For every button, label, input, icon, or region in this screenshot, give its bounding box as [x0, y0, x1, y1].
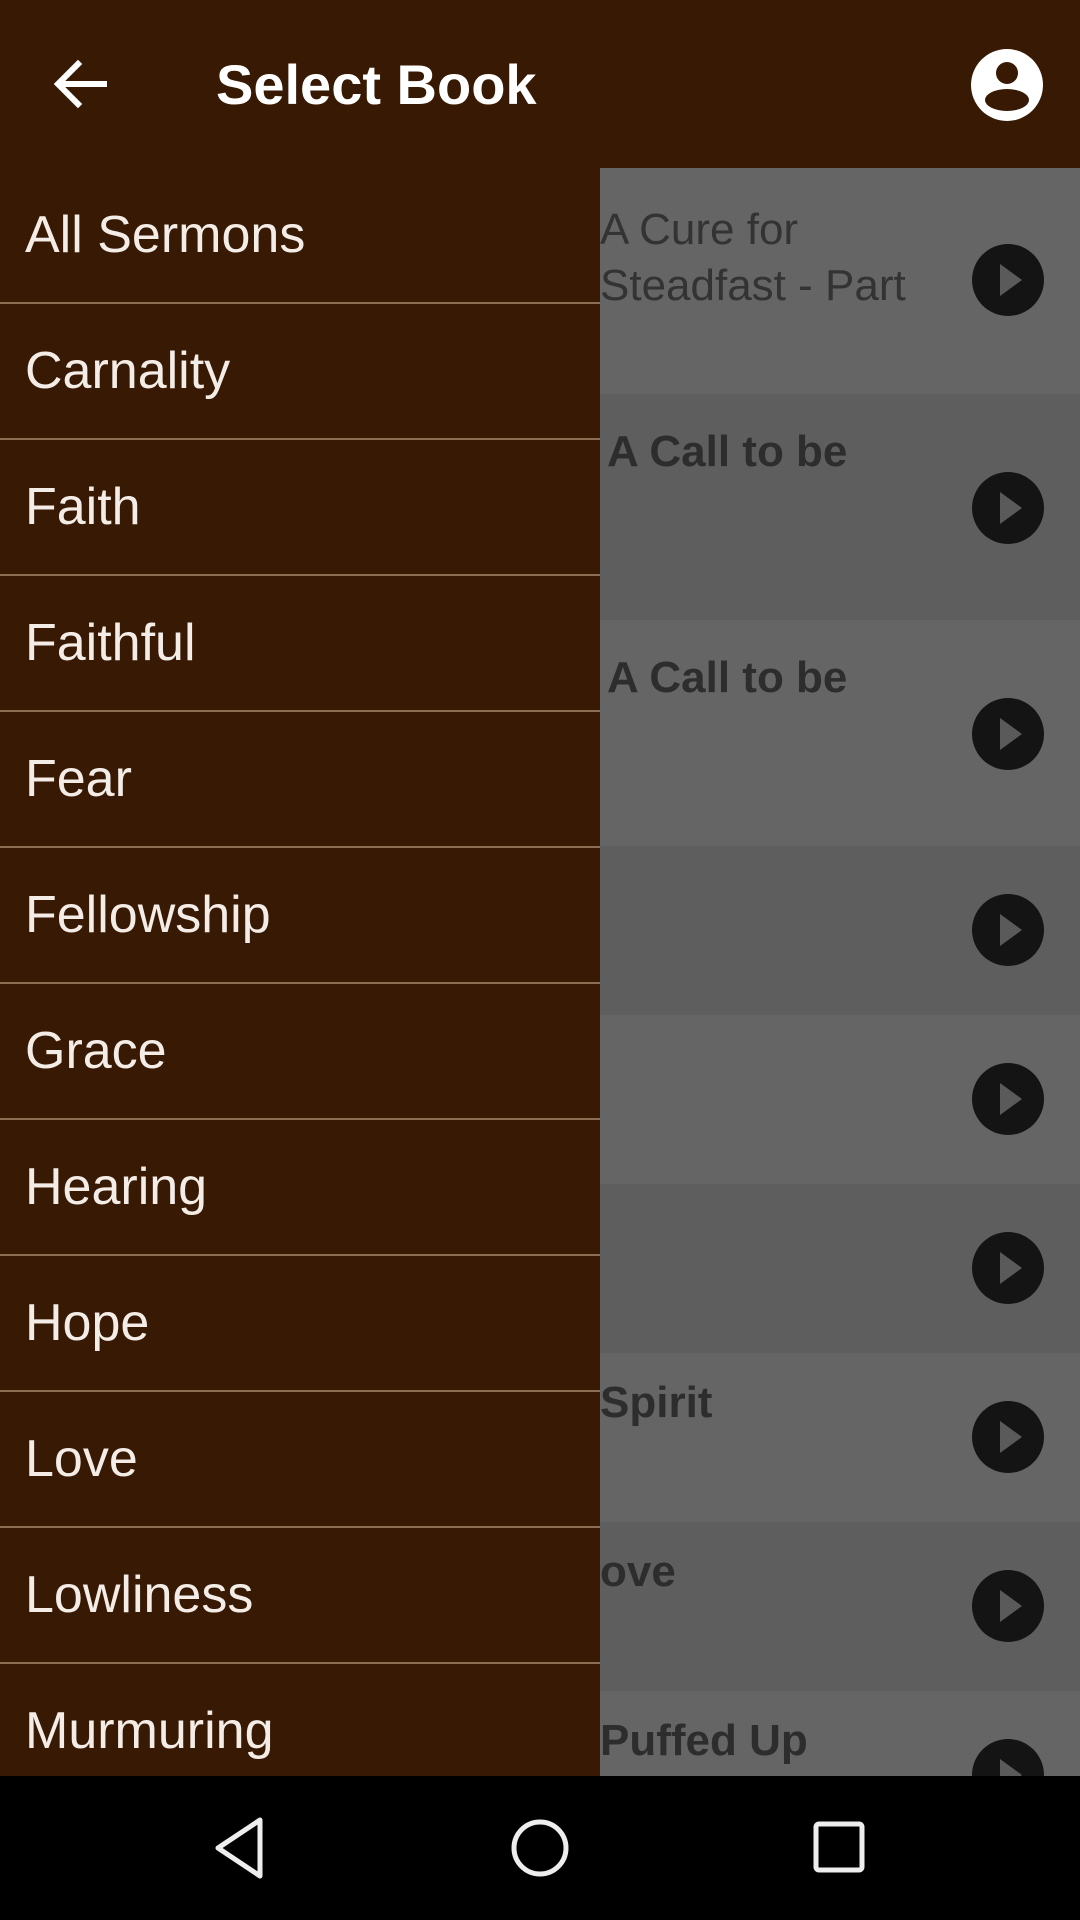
play-circle-icon[interactable]	[972, 472, 1044, 544]
nav-recents-icon	[813, 1821, 865, 1873]
drawer-item-grace[interactable]: Grace	[0, 984, 600, 1120]
drawer-item-label: Hope	[25, 1294, 150, 1352]
drawer-item-label: Faithful	[25, 614, 196, 672]
sermon-title: A Cure for	[600, 205, 799, 254]
drawer-item-carnality[interactable]: Carnality	[0, 304, 600, 440]
drawer-item-fellowship[interactable]: Fellowship	[0, 848, 600, 984]
nav-home-icon	[511, 1819, 569, 1877]
drawer-item-label: Fear	[25, 750, 132, 808]
sermon-title: A Call to be	[607, 653, 848, 702]
sermon-title: ove	[600, 1547, 676, 1596]
drawer-item-label: Grace	[25, 1022, 167, 1080]
play-circle-icon[interactable]	[972, 1570, 1044, 1642]
sermon-title: Spirit	[600, 1378, 713, 1427]
drawer-item-label: Carnality	[25, 342, 231, 400]
drawer-item-label: Faith	[25, 478, 141, 536]
play-circle-icon[interactable]	[972, 1739, 1044, 1776]
drawer-item-label: Fellowship	[25, 886, 271, 944]
drawer-item-faith[interactable]: Faith	[0, 440, 600, 576]
sermon-title: Puffed Up	[600, 1716, 808, 1765]
play-circle-icon[interactable]	[972, 244, 1044, 316]
back-button[interactable]	[52, 50, 112, 118]
account-button[interactable]	[970, 48, 1044, 122]
play-circle-icon[interactable]	[972, 1232, 1044, 1304]
book-drawer: All Sermons Carnality Faith Faithful Fea…	[0, 168, 600, 1776]
drawer-item-all-sermons[interactable]: All Sermons	[0, 168, 600, 304]
drawer-item-fear[interactable]: Fear	[0, 712, 600, 848]
play-circle-icon[interactable]	[972, 1401, 1044, 1473]
drawer-item-label: All Sermons	[25, 206, 306, 264]
page-title: Select Book	[216, 53, 537, 116]
arrow-left-icon	[53, 59, 107, 109]
drawer-item-label: Lowliness	[25, 1566, 254, 1624]
app-bar: Select Book	[0, 0, 1080, 168]
drawer-item-love[interactable]: Love	[0, 1392, 600, 1528]
play-circle-icon[interactable]	[972, 698, 1044, 770]
play-circle-icon[interactable]	[972, 1063, 1044, 1135]
sermon-title: Steadfast - Part	[600, 261, 906, 310]
drawer-item-lowliness[interactable]: Lowliness	[0, 1528, 600, 1664]
drawer-item-label: Murmuring	[25, 1702, 274, 1760]
drawer-item-faithful[interactable]: Faithful	[0, 576, 600, 712]
account-circle-icon	[971, 49, 1043, 121]
drawer-item-hope[interactable]: Hope	[0, 1256, 600, 1392]
nav-back-button[interactable]	[204, 1812, 276, 1884]
nav-back-icon	[215, 1817, 263, 1879]
play-circle-icon[interactable]	[972, 894, 1044, 966]
drawer-item-hearing[interactable]: Hearing	[0, 1120, 600, 1256]
drawer-item-label: Love	[25, 1430, 138, 1488]
nav-home-button[interactable]	[504, 1812, 576, 1884]
sermon-title: A Call to be	[607, 427, 848, 476]
drawer-item-label: Hearing	[25, 1158, 208, 1216]
nav-recents-button[interactable]	[804, 1812, 876, 1884]
drawer-item-murmuring[interactable]: Murmuring	[0, 1664, 600, 1776]
system-nav-bar	[0, 1776, 1080, 1920]
